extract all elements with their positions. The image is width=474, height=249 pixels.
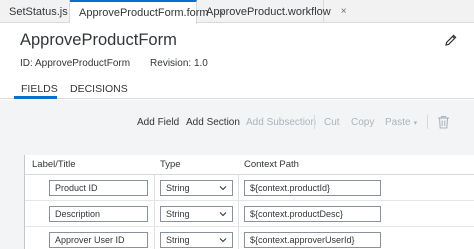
active-tab-indicator — [14, 96, 57, 99]
tab-label: SetStatus.js — [9, 5, 68, 18]
table-header: Label/Title Type Context Path — [25, 155, 474, 175]
editor-tab-bar: SetStatus.js × ApproveProductForm.form ×… — [0, 0, 474, 24]
copy-button[interactable]: Copy — [351, 117, 374, 128]
form-editor-page: ApproveProductForm ID: ApproveProductFor… — [0, 24, 474, 249]
tab-fields[interactable]: FIELDS — [21, 83, 58, 95]
subtab-bar: FIELDS DECISIONS — [0, 77, 474, 99]
tab-setstatus-js[interactable]: SetStatus.js × — [0, 0, 70, 23]
cut-button[interactable]: Cut — [324, 117, 340, 128]
page-title: ApproveProductForm — [20, 31, 177, 49]
label-input[interactable]: Product ID — [49, 180, 148, 196]
paste-label: Paste — [385, 117, 411, 128]
close-icon[interactable]: × — [341, 6, 347, 17]
fields-workarea: Add Field Add Section Add Subsection Cut… — [0, 100, 474, 249]
add-section-button[interactable]: Add Section — [186, 117, 240, 128]
column-header-label: Label/Title — [32, 159, 76, 170]
context-path-input[interactable]: ${context.productId} — [244, 180, 381, 196]
tab-approveproductform-form[interactable]: ApproveProductForm.form × — [70, 0, 224, 24]
paste-button[interactable]: Paste ▾ — [385, 117, 417, 128]
chevron-down-icon — [219, 238, 227, 243]
context-path-input[interactable]: ${context.approverUserId} — [244, 232, 381, 248]
type-select[interactable]: String — [160, 180, 233, 196]
form-revision: Revision: 1.0 — [150, 58, 208, 69]
tab-approveproduct-workflow[interactable]: ApproveProduct.workflow × — [197, 0, 347, 23]
toolbar-divider — [427, 115, 428, 129]
chevron-down-icon — [219, 212, 227, 217]
type-select[interactable]: String — [160, 206, 233, 222]
table-row[interactable]: Product ID String ${context.productId} — [25, 175, 474, 201]
tab-label: ApproveProductForm.form — [79, 7, 209, 19]
type-value: String — [166, 183, 190, 193]
context-path-input[interactable]: ${context.productDesc} — [244, 206, 381, 222]
delete-trash-icon[interactable] — [437, 115, 450, 129]
fields-table: Label/Title Type Context Path Product ID… — [24, 155, 474, 249]
form-meta: ID: ApproveProductForm Revision: 1.0 — [20, 58, 208, 69]
form-id: ID: ApproveProductForm — [20, 58, 131, 69]
type-value: String — [166, 209, 190, 219]
column-header-type: Type — [160, 159, 181, 170]
fields-toolbar: Add Field Add Section Add Subsection Cut… — [0, 100, 474, 132]
edit-pencil-icon[interactable] — [444, 33, 458, 47]
type-value: String — [166, 235, 190, 245]
toolbar-divider — [314, 115, 315, 129]
table-row[interactable]: Description String ${context.productDesc… — [25, 201, 474, 227]
add-field-button[interactable]: Add Field — [137, 117, 179, 128]
tab-decisions[interactable]: DECISIONS — [70, 83, 128, 95]
tab-label: ApproveProduct.workflow — [206, 5, 331, 18]
type-select[interactable]: String — [160, 232, 233, 248]
label-input[interactable]: Description — [49, 206, 148, 222]
label-input[interactable]: Approver User ID — [49, 232, 148, 248]
chevron-down-icon — [219, 186, 227, 191]
chevron-down-icon: ▾ — [413, 120, 418, 127]
table-row[interactable]: Approver User ID String ${context.approv… — [25, 227, 474, 249]
column-header-context-path: Context Path — [244, 159, 299, 170]
add-subsection-button[interactable]: Add Subsection — [246, 117, 316, 128]
